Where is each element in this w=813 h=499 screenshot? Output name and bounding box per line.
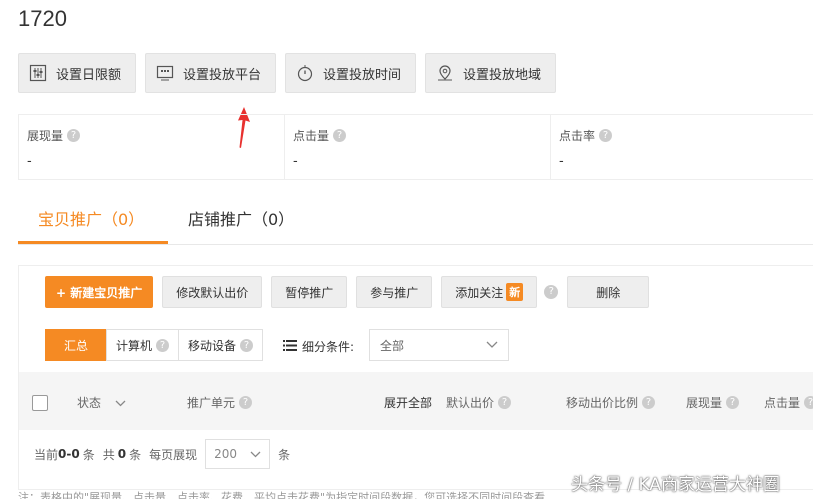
device-filter: 汇总 计算机? 移动设备? — [45, 329, 264, 361]
stat-ctr: 点击率? - — [551, 115, 813, 179]
set-time-button[interactable]: 设置投放时间 — [285, 53, 417, 93]
add-follow-button[interactable]: 添加关注 新 — [441, 276, 538, 308]
set-region-button[interactable]: 设置投放地域 — [425, 53, 557, 93]
help-icon[interactable]: ? — [599, 129, 613, 142]
column-unit-label: 推广单元 — [187, 396, 236, 410]
column-default-bid: 默认出价? — [446, 394, 512, 411]
column-clicks: 点击量? — [764, 394, 813, 411]
new-item-promotion-button[interactable]: + 新建宝贝推广 — [45, 276, 154, 308]
help-icon[interactable]: ? — [498, 396, 512, 409]
pager-unit: 条 — [82, 447, 95, 462]
promotion-panel: + 新建宝贝推广 修改默认出价 暂停推广 参与推广 添加关注 新 ? 删除 汇总… — [18, 265, 813, 490]
column-unit: 推广单元? — [187, 394, 253, 411]
column-status-label: 状态 — [77, 396, 102, 410]
watermark: 头条号 / KA商家运营大神圈 — [571, 475, 781, 495]
list-icon — [283, 339, 297, 354]
column-impressions-label: 展现量 — [686, 396, 723, 410]
pager-range: 0-0 — [58, 447, 80, 461]
column-mobile-ratio-label: 移动出价比例 — [566, 396, 639, 410]
stat-value: - — [293, 154, 298, 169]
set-region-label: 设置投放地域 — [463, 67, 542, 83]
stat-impressions: 展现量? - — [19, 115, 286, 179]
stat-label: 点击率 — [559, 129, 596, 143]
stat-value: - — [27, 154, 32, 169]
help-icon[interactable]: ? — [726, 396, 740, 409]
condition-select[interactable]: 全部 — [369, 329, 509, 361]
pager-total: 0 — [117, 447, 127, 461]
delete-button[interactable]: 删除 — [567, 276, 650, 308]
settings-button-row: 设置日限额 设置投放平台 设置投放时间 设置投放地域 — [18, 53, 557, 93]
help-icon[interactable]: ? — [240, 338, 254, 352]
active-tab-indicator — [18, 241, 168, 244]
stats-panel: 展现量? - 点击量? - 点击率? - — [18, 114, 813, 180]
filter-mobile[interactable]: 移动设备? — [178, 329, 264, 361]
column-mobile-ratio: 移动出价比例? — [566, 394, 656, 411]
sliders-icon — [29, 64, 47, 82]
select-all-checkbox[interactable] — [32, 395, 48, 411]
join-promotion-button[interactable]: 参与推广 — [356, 276, 433, 308]
pager-total-prefix: 共 — [102, 447, 115, 462]
tab-shop-promotion[interactable]: 店铺推广（0） — [188, 206, 294, 230]
condition-value: 全部 — [380, 338, 405, 353]
per-page-label: 每页展现 — [149, 447, 198, 462]
help-icon[interactable]: ? — [804, 396, 813, 409]
stat-label: 点击量 — [293, 129, 330, 143]
help-icon[interactable]: ? — [544, 285, 559, 299]
monitor-icon — [156, 64, 174, 82]
per-page-value: 200 — [214, 447, 238, 461]
clock-icon — [296, 64, 314, 82]
help-icon[interactable]: ? — [239, 396, 253, 409]
tab-item-promotion[interactable]: 宝贝推广（0） — [38, 206, 144, 230]
column-impressions: 展现量? — [686, 394, 740, 411]
footnote: 注：表格中的"展现量、点击量、点击率、花费、平均点击花费"为指定时间段数据，您可… — [18, 491, 546, 499]
set-time-label: 设置投放时间 — [323, 67, 402, 83]
filter-summary[interactable]: 汇总 — [45, 329, 108, 361]
toolbar: + 新建宝贝推广 修改默认出价 暂停推广 参与推广 添加关注 新 ? 删除 — [45, 276, 650, 308]
chevron-down-icon — [486, 338, 498, 352]
set-platform-button[interactable]: 设置投放平台 — [145, 53, 277, 93]
filter-computer-label: 计算机 — [116, 338, 153, 353]
map-pin-icon — [436, 64, 454, 82]
chevron-down-icon — [115, 396, 126, 410]
help-icon[interactable]: ? — [333, 129, 347, 142]
stat-clicks: 点击量? - — [285, 115, 552, 179]
help-icon[interactable]: ? — [67, 129, 81, 142]
add-follow-label: 添加关注 — [455, 285, 504, 300]
pager-unit: 条 — [278, 447, 291, 462]
per-page-select[interactable]: 200 — [205, 439, 271, 469]
new-badge: 新 — [506, 283, 524, 301]
expand-all-link[interactable]: 展开全部 — [384, 394, 432, 411]
edit-default-bid-button[interactable]: 修改默认出价 — [162, 276, 263, 308]
promotion-tabs: 宝贝推广（0） 店铺推广（0） — [18, 192, 813, 245]
pager-prefix: 当前 — [34, 447, 59, 462]
column-clicks-label: 点击量 — [764, 396, 801, 410]
help-icon[interactable]: ? — [156, 338, 170, 352]
set-daily-limit-label: 设置日限额 — [56, 67, 122, 83]
help-icon[interactable]: ? — [642, 396, 656, 409]
condition-label: 细分条件: — [302, 340, 355, 354]
pager: 当前 0-0 条 共 0 条 每页展现 200 条 — [34, 439, 290, 469]
set-platform-label: 设置投放平台 — [183, 67, 262, 83]
pager-unit: 条 — [129, 447, 142, 462]
filter-computer[interactable]: 计算机? — [106, 329, 180, 361]
table-header: 状态 推广单元? 展开全部 默认出价? 移动出价比例? 展现量? 点击量? — [19, 372, 813, 430]
pause-promotion-button[interactable]: 暂停推广 — [271, 276, 348, 308]
stat-value: - — [559, 154, 564, 169]
chevron-down-icon — [250, 447, 261, 461]
condition-label-group: 细分条件: — [283, 338, 354, 355]
page-title: 1720 — [18, 6, 67, 31]
set-daily-limit-button[interactable]: 设置日限额 — [18, 53, 137, 93]
stat-label: 展现量 — [27, 129, 64, 143]
filter-mobile-label: 移动设备 — [188, 338, 237, 353]
column-status[interactable]: 状态 — [77, 394, 126, 411]
column-default-bid-label: 默认出价 — [446, 396, 495, 410]
